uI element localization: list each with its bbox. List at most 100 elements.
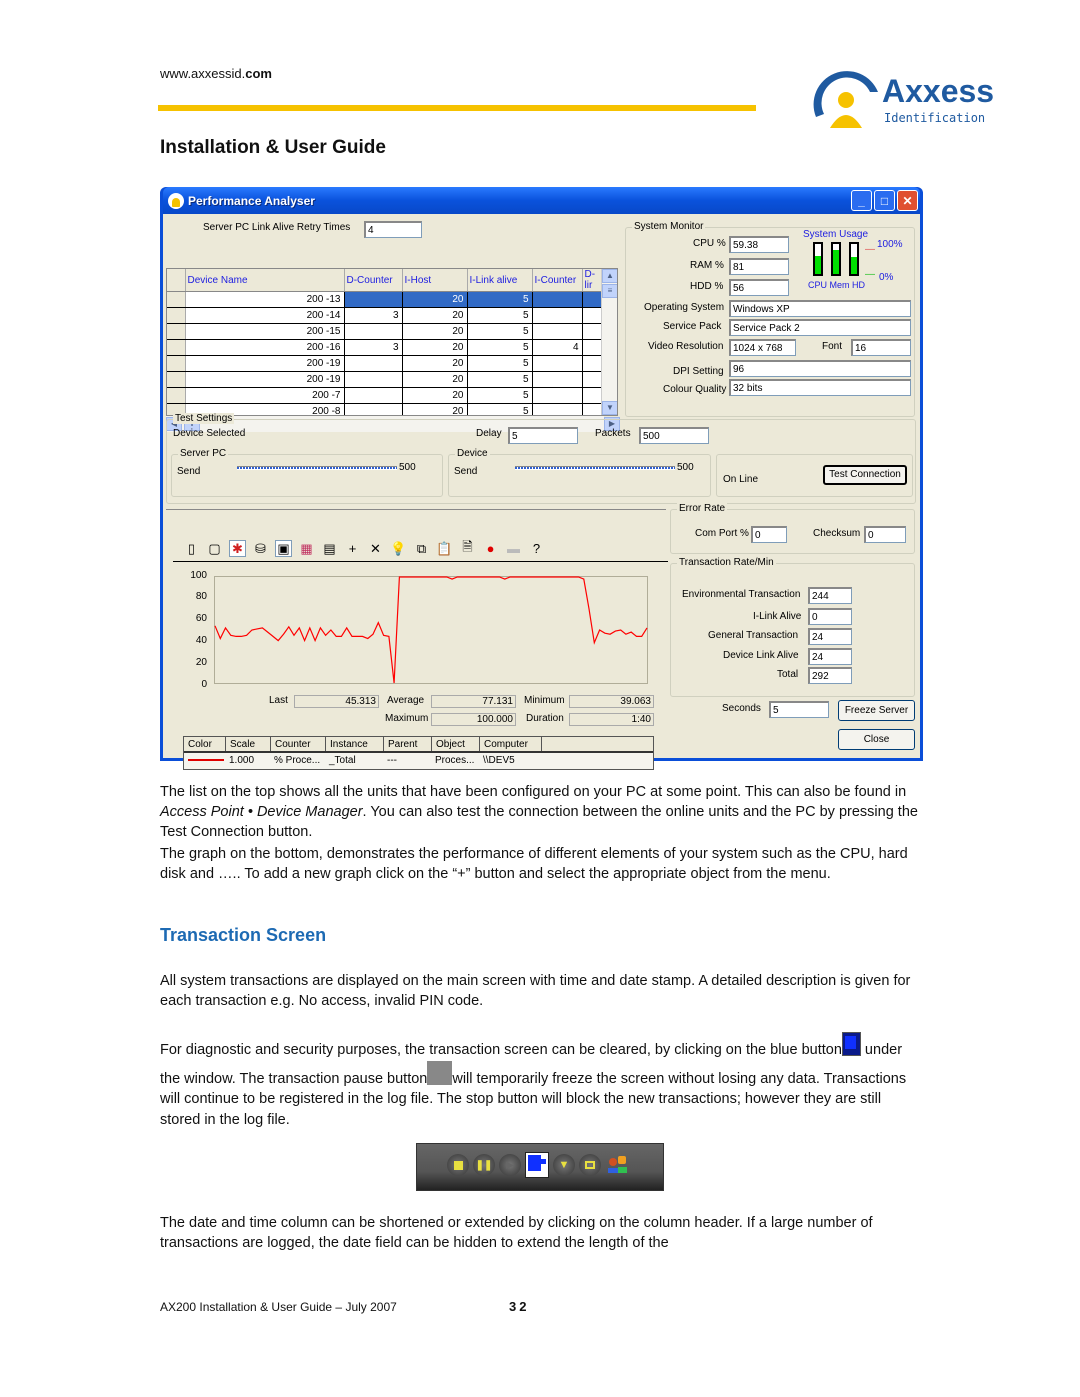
paragraph-graph: The graph on the bottom, demonstrates th… (160, 846, 908, 882)
table-row[interactable]: 200 -14 3 20 5 (167, 307, 603, 324)
ilink-alive-field[interactable]: 0 (808, 608, 852, 625)
grid-vertical-scrollbar[interactable]: ▲ ≡ ▼ (601, 269, 617, 415)
freeze-server-button[interactable]: Freeze Server (838, 700, 915, 721)
help-icon[interactable]: ? (528, 540, 545, 557)
col-i-link-alive[interactable]: I-Link alive (467, 269, 533, 292)
packets-input[interactable]: 500 (639, 427, 709, 444)
title-bar: Performance Analyser _ □ ✕ (163, 187, 920, 214)
page-number: 32 (509, 1299, 530, 1314)
scroll-thumb[interactable]: ≡ (602, 284, 617, 298)
table-row[interactable]: 200 -15 20 5 (167, 323, 603, 340)
server-send-progress (237, 466, 397, 470)
view-graph-icon[interactable]: ▣ (275, 540, 292, 557)
col-device-name[interactable]: Device Name (185, 269, 345, 292)
total-field[interactable]: 292 (808, 667, 852, 684)
play-icon[interactable]: ▶ (499, 1154, 521, 1176)
pause-icon[interactable]: ❚❚ (473, 1154, 495, 1176)
ram-field[interactable]: 81 (729, 258, 789, 275)
axxess-logo: Axxess Identification (808, 62, 1013, 132)
dpi-field[interactable]: 96 (729, 360, 911, 377)
legend-row[interactable]: 1.000 % Proce... _Total --- Proces... \\… (184, 753, 653, 769)
update-data-icon[interactable]: ▬ (505, 540, 522, 557)
copy-properties-icon[interactable]: ⧉ (413, 540, 430, 557)
env-transaction-label: Environmental Transaction (682, 589, 801, 600)
video-resolution-field[interactable]: 1024 x 768 (729, 339, 796, 356)
delay-input[interactable]: 5 (508, 427, 578, 444)
table-row[interactable]: 200 -7 20 5 (167, 387, 603, 404)
device-grid: Device Name D-Counter I-Host I-Link aliv… (166, 268, 618, 416)
server-send-label: Send (177, 466, 201, 477)
legend-col-counter[interactable]: Counter (271, 737, 326, 751)
device-link-alive-field[interactable]: 24 (808, 648, 852, 665)
hdd-field[interactable]: 56 (729, 279, 789, 296)
service-pack-field[interactable]: Service Pack 2 (729, 319, 911, 336)
close-window-button[interactable]: ✕ (897, 190, 918, 211)
server-send-value: 500 (399, 462, 416, 473)
users-icon[interactable] (607, 1154, 629, 1176)
y-tick-label: 20 (195, 657, 207, 668)
scroll-up-arrow-icon[interactable]: ▲ (602, 269, 617, 283)
device-group-title: Device (455, 448, 490, 459)
test-connection-button[interactable]: Test Connection (823, 465, 907, 485)
properties-icon[interactable]: 🗎 (459, 539, 476, 557)
col-d-counter[interactable]: D-Counter (344, 269, 403, 292)
paragraph-diagnostics: For diagnostic and security purposes, th… (160, 1032, 925, 1130)
table-row[interactable]: 200 -13 20 5 (167, 291, 603, 308)
logo-name: Axxess (882, 73, 994, 109)
table-row[interactable]: 200 -16 3 20 5 4 (167, 339, 603, 356)
legend-object: Proces... (435, 755, 475, 766)
env-transaction-field[interactable]: 244 (808, 587, 852, 604)
minimize-button[interactable]: _ (851, 190, 872, 211)
view-report-icon[interactable]: ▤ (321, 540, 338, 557)
table-row[interactable]: 200 -19 20 5 (167, 371, 603, 388)
scroll-down-arrow-icon[interactable]: ▼ (602, 401, 617, 415)
device-selected-label: Device Selected (173, 428, 246, 439)
colour-quality-field[interactable]: 32 bits (729, 379, 911, 396)
highlight-icon[interactable]: 💡 (390, 540, 407, 557)
transaction-screen-heading: Transaction Screen (160, 925, 327, 945)
general-transaction-field[interactable]: 24 (808, 628, 852, 645)
cpu-field[interactable]: 59.38 (729, 236, 789, 253)
legend-col-parent[interactable]: Parent (384, 737, 432, 751)
device-link-alive-label: Device Link Alive (723, 650, 799, 661)
legend-scale: 1.000 (229, 755, 255, 766)
clear-screen-icon[interactable] (525, 1152, 549, 1178)
view-current-activity-icon[interactable]: ✱ (229, 540, 246, 557)
test-settings-title: Test Settings (173, 413, 235, 424)
seconds-input[interactable]: 5 (769, 701, 829, 718)
col-i-host[interactable]: I-Host (402, 269, 468, 292)
checksum-field[interactable]: 0 (864, 526, 906, 543)
view-histogram-icon[interactable]: ▦ (298, 540, 315, 557)
stop-button-icon[interactable] (447, 1154, 469, 1176)
close-button[interactable]: Close (838, 729, 915, 750)
legend-col-color[interactable]: Color (184, 737, 226, 751)
font-field[interactable]: 16 (851, 339, 911, 356)
legend-computer: \\DEV5 (483, 755, 515, 766)
paste-counter-list-icon[interactable]: 📋 (436, 540, 453, 557)
link-alive-input[interactable]: 4 (364, 221, 422, 238)
legend-col-computer[interactable]: Computer (480, 737, 542, 751)
legend-counter: % Proce... (274, 755, 321, 766)
table-row[interactable]: 200 -19 20 5 (167, 355, 603, 372)
colour-quality-label: Colour Quality (663, 384, 727, 395)
col-d-link[interactable]: D-lir (582, 269, 603, 292)
legend-col-instance[interactable]: Instance (326, 737, 384, 751)
view-log-data-icon[interactable]: ⛁ (252, 540, 269, 557)
col-i-counter[interactable]: I-Counter (532, 269, 583, 292)
legend-col-scale[interactable]: Scale (226, 737, 271, 751)
maximize-button[interactable]: □ (874, 190, 895, 211)
legend-col-object[interactable]: Object (432, 737, 480, 751)
filter-icon[interactable]: ▼ (553, 1154, 575, 1176)
usage-max-label: 100% (877, 239, 903, 250)
footer-text: AX200 Installation & User Guide – July 2… (160, 1300, 397, 1314)
new-counter-set-icon[interactable]: ▯ (183, 540, 200, 557)
com-port-field[interactable]: 0 (751, 526, 787, 543)
os-field[interactable]: Windows XP (729, 300, 911, 317)
freeze-display-icon[interactable]: ● (482, 540, 499, 557)
delete-counter-icon[interactable]: ✕ (367, 540, 384, 557)
clear-display-icon[interactable]: ▢ (206, 540, 223, 557)
total-label: Total (777, 669, 799, 680)
chart-frame (214, 576, 648, 684)
monitor-icon[interactable] (579, 1154, 601, 1176)
add-counter-icon[interactable]: + (344, 540, 361, 557)
